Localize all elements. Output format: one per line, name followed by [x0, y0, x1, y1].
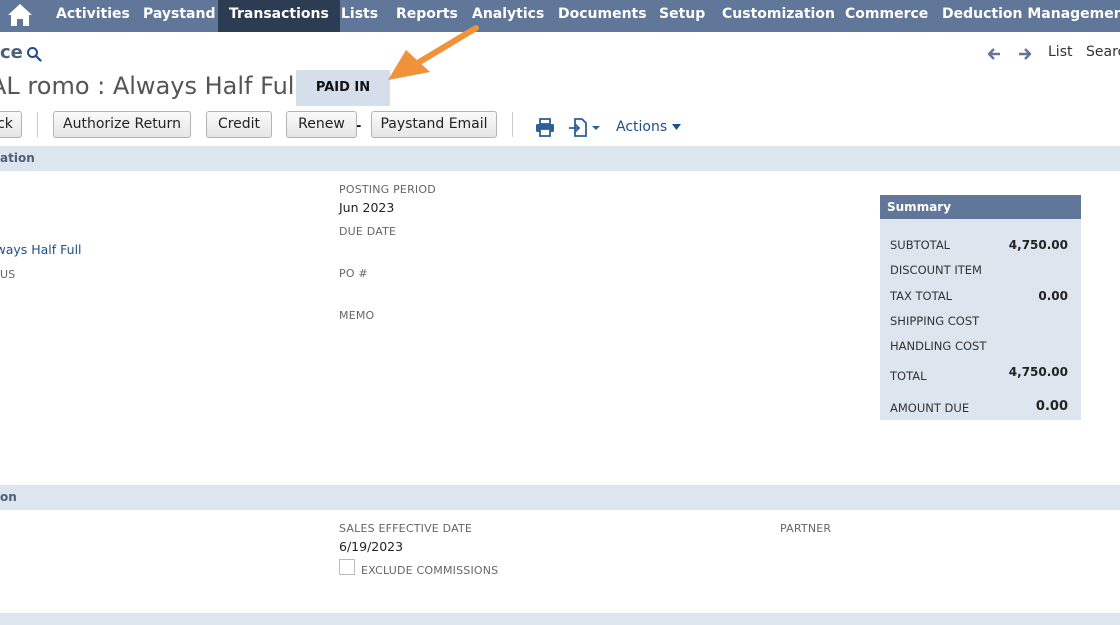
- top-navigation: Activities Paystand Transactions Lists R…: [0, 0, 1120, 32]
- customer-link[interactable]: lways Half Full: [0, 242, 82, 257]
- total-value: 4,750.00: [1008, 365, 1068, 379]
- search-icon[interactable]: [26, 46, 42, 62]
- posting-period-value: Jun 2023: [339, 200, 395, 215]
- nav-item-commerce[interactable]: Commerce: [834, 0, 939, 32]
- total-label: TOTAL: [890, 369, 927, 383]
- status-badge: PAID IN FULL: [296, 70, 390, 131]
- section-label: ation: [0, 151, 35, 165]
- annotation-arrow-icon: [388, 25, 479, 80]
- tax-total-label: TAX TOTAL: [890, 289, 953, 303]
- due-date-label: DUE DATE: [339, 225, 397, 238]
- nav-item-deduction-management[interactable]: Deduction Management: [931, 0, 1120, 32]
- exclude-commissions-checkbox[interactable]: [339, 559, 355, 575]
- subtotal-value: 4,750.00: [1008, 238, 1068, 252]
- partner-label: PARTNER: [780, 522, 832, 535]
- amount-due-label: AMOUNT DUE: [890, 401, 970, 415]
- nav-item-documents[interactable]: Documents: [547, 0, 658, 32]
- export-document-icon[interactable]: [568, 117, 604, 138]
- handling-cost-label: HANDLING COST: [890, 339, 987, 353]
- previous-record-icon[interactable]: [986, 46, 1002, 62]
- next-record-icon[interactable]: [1017, 46, 1033, 62]
- section-label: on: [0, 490, 17, 504]
- status-field-label: US: [0, 268, 16, 281]
- nav-item-activities[interactable]: Activities: [45, 0, 141, 32]
- sales-information-section[interactable]: on: [0, 485, 1120, 510]
- paystand-email-button[interactable]: Paystand Email: [371, 111, 497, 138]
- chevron-down-icon: [671, 124, 681, 130]
- exclude-commissions-label: EXCLUDE COMMISSIONS: [361, 564, 499, 577]
- record-title: AL romo : Always Half Full: [0, 72, 302, 100]
- tax-total-value: 0.00: [1038, 289, 1068, 303]
- memo-label: MEMO: [339, 309, 375, 322]
- actions-menu-button[interactable]: Actions: [616, 119, 681, 135]
- list-link[interactable]: List: [1048, 44, 1072, 64]
- home-icon[interactable]: [6, 2, 34, 28]
- posting-period-label: POSTING PERIOD: [339, 183, 436, 196]
- nav-item-customization[interactable]: Customization: [711, 0, 846, 32]
- search-link[interactable]: Search: [1086, 44, 1120, 64]
- toolbar-separator: [37, 112, 38, 137]
- actions-label: Actions: [616, 119, 668, 135]
- credit-button[interactable]: Credit: [206, 111, 272, 138]
- nav-item-setup[interactable]: Setup: [648, 0, 716, 32]
- sales-effective-date-label: SALES EFFECTIVE DATE: [339, 522, 473, 535]
- authorize-return-button[interactable]: Authorize Return: [53, 111, 191, 138]
- sales-effective-date-value: 6/19/2023: [339, 539, 404, 554]
- renew-button[interactable]: Renew: [286, 111, 357, 138]
- nav-item-transactions[interactable]: Transactions: [218, 0, 340, 32]
- page-title: ce: [0, 42, 23, 63]
- summary-title: Summary: [880, 195, 1081, 219]
- primary-information-section[interactable]: ation: [0, 146, 1120, 171]
- toolbar-separator: [512, 112, 513, 137]
- back-button[interactable]: ck: [0, 111, 22, 138]
- print-icon[interactable]: [535, 118, 555, 137]
- shipping-cost-label: SHIPPING COST: [890, 314, 980, 328]
- next-section-bar: [0, 613, 1120, 625]
- discount-item-label: DISCOUNT ITEM: [890, 263, 982, 277]
- subtotal-label: SUBTOTAL: [890, 238, 951, 252]
- nav-item-paystand[interactable]: Paystand: [132, 0, 227, 32]
- amount-due-value: 0.00: [1035, 399, 1068, 414]
- summary-panel: Summary SUBTOTAL 4,750.00 DISCOUNT ITEM …: [880, 195, 1081, 420]
- po-number-label: PO #: [339, 267, 368, 280]
